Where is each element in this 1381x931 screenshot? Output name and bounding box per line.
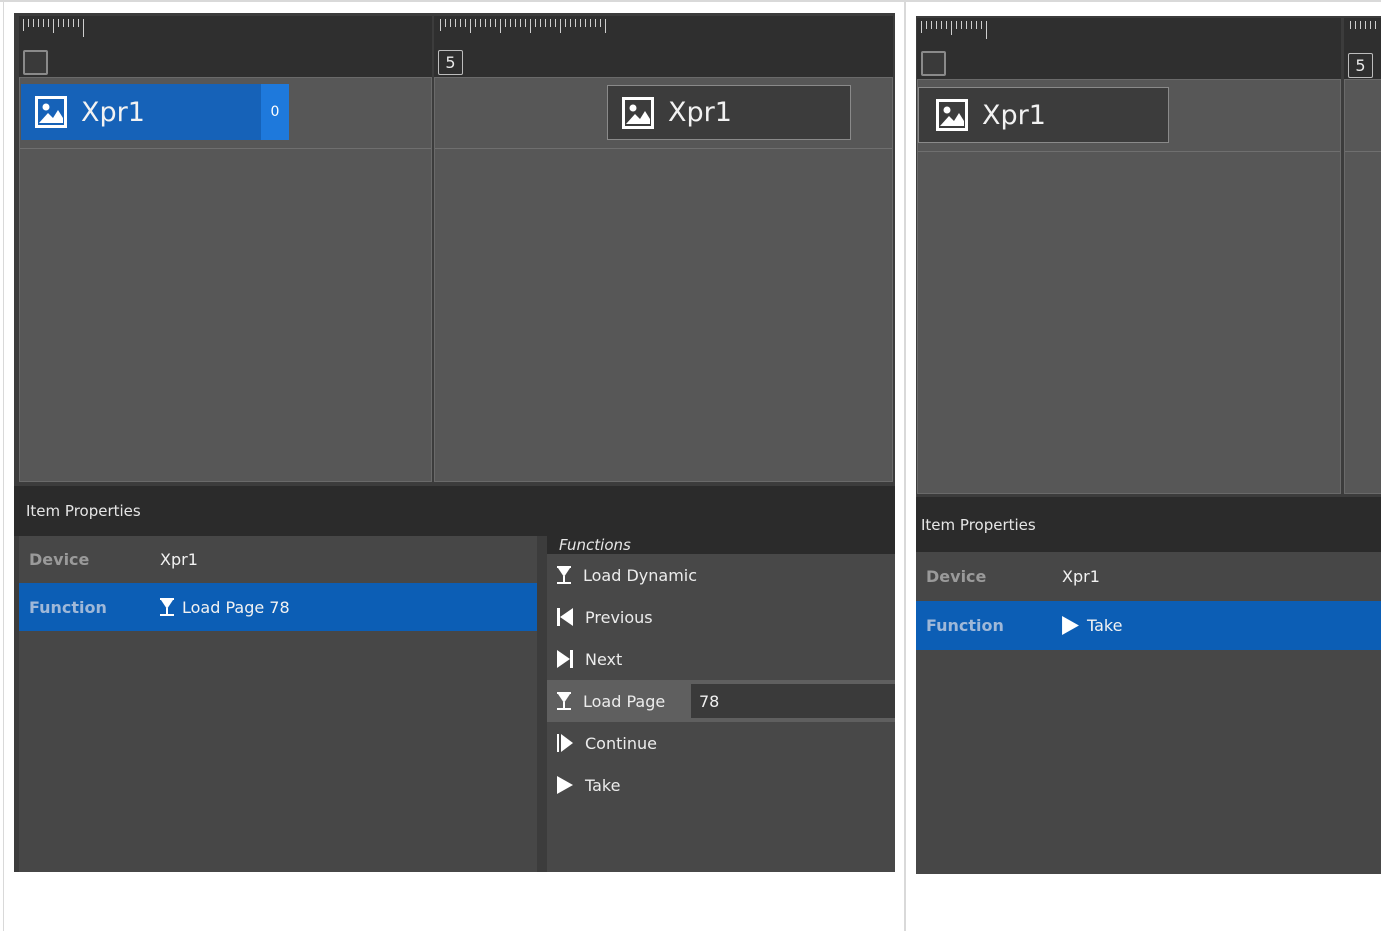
function-label: Load Dynamic: [583, 565, 698, 585]
continue-icon: [557, 734, 573, 752]
property-value-text: Take: [1087, 616, 1123, 635]
ruler-ticks: [440, 19, 615, 39]
function-item-take[interactable]: Take: [547, 764, 895, 806]
function-item-next[interactable]: Next: [547, 638, 895, 680]
function-label: Next: [585, 649, 623, 669]
function-label: Previous: [585, 607, 653, 627]
property-label: Function: [926, 616, 1004, 635]
property-value: Load Page 78: [160, 598, 290, 617]
property-row-function[interactable]: Function Take: [916, 601, 1381, 650]
function-label: Continue: [585, 733, 657, 753]
item-properties-header: Item Properties: [916, 497, 1381, 552]
track-checkbox[interactable]: [921, 51, 946, 76]
ruler-ticks: [1350, 21, 1380, 41]
functions-title: Functions: [547, 536, 895, 554]
right-screenshot: Xpr1 5 Item Properties Device Xpr1 Funct…: [916, 16, 1381, 874]
function-item-continue[interactable]: Continue: [547, 722, 895, 764]
left-border: [3, 0, 4, 931]
function-item-load-dynamic[interactable]: Load Dynamic: [547, 554, 895, 596]
timeline-ruler[interactable]: [19, 16, 432, 77]
item-properties-header: Item Properties: [14, 486, 895, 536]
row-separator: [918, 151, 1340, 152]
function-label: Load Page: [583, 691, 666, 711]
functions-panel: Functions Load Dynamic Previous Next Loa…: [547, 536, 895, 872]
next-icon: [557, 650, 573, 668]
row-separator: [1345, 151, 1381, 152]
track-a: Xpr1: [917, 18, 1341, 494]
image-icon: [35, 96, 67, 128]
load-page-icon: [557, 692, 571, 710]
item-properties-table: Device Xpr1 Function Load Page 78: [19, 536, 537, 872]
property-value: Xpr1: [160, 550, 198, 569]
property-row-device[interactable]: Device Xpr1: [19, 536, 537, 583]
clip-xpr1[interactable]: Xpr1: [918, 87, 1169, 143]
play-icon: [1062, 616, 1079, 635]
frame-number-box[interactable]: 5: [438, 50, 463, 75]
item-properties-table: Device Xpr1 Function Take: [916, 552, 1381, 874]
property-value-text: Load Page 78: [182, 597, 290, 617]
load-dynamic-icon: [557, 566, 571, 584]
property-label: Device: [29, 550, 90, 569]
property-value: Take: [1062, 616, 1122, 635]
row-separator: [20, 148, 431, 149]
property-value: Xpr1: [1062, 567, 1100, 586]
item-properties-title: Item Properties: [26, 502, 141, 520]
clip-xpr1[interactable]: Xpr1 0: [21, 84, 289, 140]
left-screenshot: Xpr1 0 5 Xpr1 Item Properties Device Xpr…: [14, 13, 895, 872]
track-checkbox[interactable]: [23, 50, 48, 75]
property-row-function[interactable]: Function Load Page 78: [19, 583, 537, 631]
track-a: Xpr1 0: [19, 16, 432, 482]
function-label: Take: [585, 775, 621, 795]
function-item-previous[interactable]: Previous: [547, 596, 895, 638]
clip-label: Xpr1: [668, 97, 732, 128]
ruler-ticks: [23, 19, 103, 39]
clip-label: Xpr1: [81, 96, 145, 128]
play-icon: [557, 776, 573, 794]
clip-count-badge: 0: [261, 84, 289, 140]
image-icon: [936, 99, 968, 131]
track-body: [1344, 79, 1381, 494]
ruler-ticks: [921, 21, 1001, 41]
property-label: Function: [29, 597, 107, 617]
load-page-icon: [160, 598, 174, 616]
property-row-device[interactable]: Device Xpr1: [916, 552, 1381, 601]
clip-label: Xpr1: [982, 99, 1046, 131]
center-divider: [904, 0, 906, 931]
track-b: 5 Xpr1: [434, 16, 893, 482]
track-b: 5: [1344, 18, 1381, 494]
previous-icon: [557, 608, 573, 626]
clip-xpr1[interactable]: Xpr1: [607, 85, 851, 140]
timeline-ruler[interactable]: 5: [1344, 18, 1381, 79]
timeline-ruler[interactable]: [917, 18, 1341, 79]
item-properties-title: Item Properties: [921, 515, 1036, 534]
frame-number-box[interactable]: 5: [1348, 53, 1373, 78]
image-icon: [622, 96, 654, 129]
page-number-input[interactable]: 78: [691, 684, 895, 718]
row-separator: [435, 148, 892, 149]
function-item-load-page[interactable]: Load Page 78: [547, 680, 895, 722]
property-label: Device: [926, 567, 987, 586]
timeline-ruler[interactable]: 5: [434, 16, 893, 77]
top-border: [0, 0, 1381, 2]
